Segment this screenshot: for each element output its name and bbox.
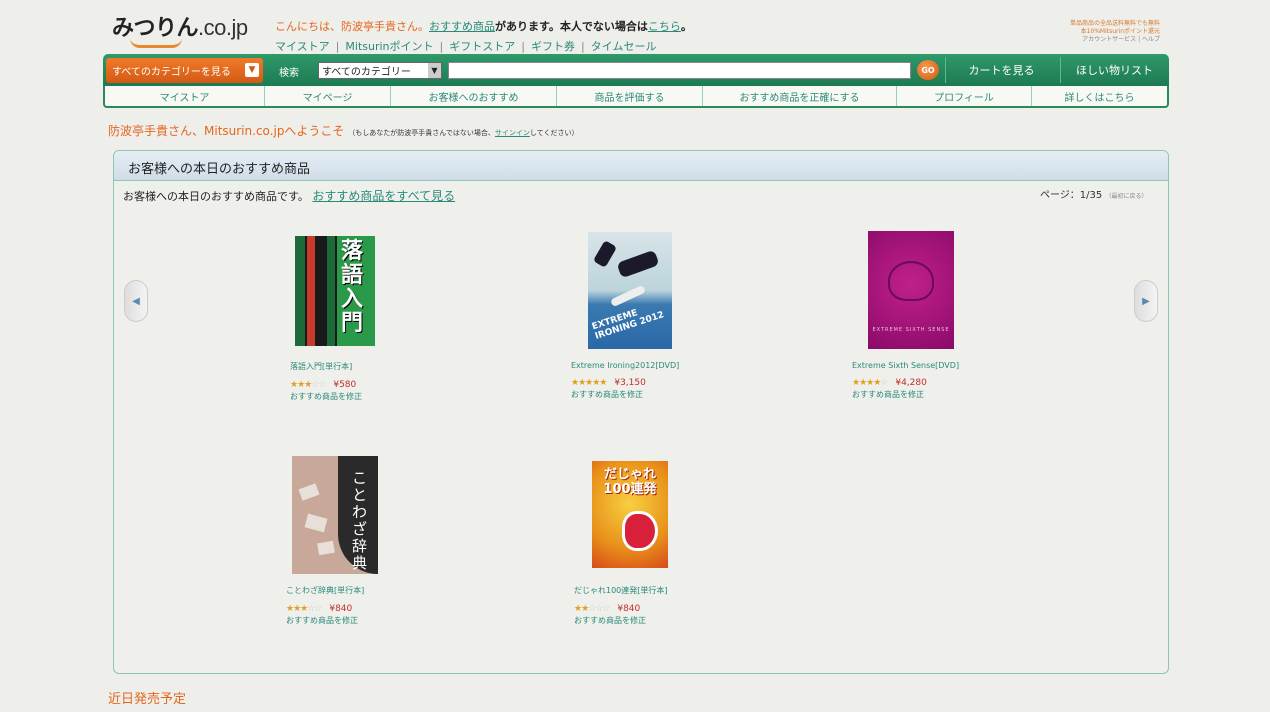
product-info: ことわざ辞典[単行本] ★★★☆☆ ¥840 おすすめ商品を修正 xyxy=(286,585,364,626)
all-categories-label: すべてのカテゴリーを見る xyxy=(112,67,231,78)
back-to-first-link[interactable]: （最初に戻る） xyxy=(1105,193,1147,200)
upcoming-heading: 近日発売予定 xyxy=(108,692,187,707)
product-cover-sixthsense[interactable]: EXTREME SIXTH SENSE xyxy=(868,231,954,349)
go-button[interactable]: GO xyxy=(917,60,939,80)
recommendation-desc: お客様への本日のおすすめ商品です。 おすすめ商品をすべて見る xyxy=(123,187,455,204)
sub-nav: マイストア マイページ お客様へのおすすめ 商品を評価する おすすめ商品を正確に… xyxy=(103,86,1169,108)
topnav-mystore[interactable]: マイストア xyxy=(275,40,330,53)
recommendation-title: お客様への本日のおすすめ商品 xyxy=(128,162,311,177)
fix-recommend-link[interactable]: おすすめ商品を修正 xyxy=(290,391,362,402)
divider: | xyxy=(521,40,525,53)
subnav-mypage[interactable]: マイページ xyxy=(265,86,391,106)
cover-title: EXTREME SIXTH SENSE xyxy=(872,327,950,333)
prev-arrow-button[interactable]: ◀ xyxy=(124,280,148,322)
product-cover-rakugo[interactable]: 落語入門 xyxy=(295,236,375,346)
subnav-improve[interactable]: おすすめ商品を正確にする xyxy=(703,86,897,106)
rating-stars-icon: ★★★☆☆ xyxy=(286,604,322,614)
cover-title: ことわざ辞典 xyxy=(352,469,368,572)
subnav-profile[interactable]: プロフィール xyxy=(897,86,1032,106)
logo-smile-icon xyxy=(130,38,182,48)
all-categories-button[interactable]: すべてのカテゴリーを見る ▼ xyxy=(106,58,263,83)
rating-stars-icon: ★★★★☆ xyxy=(852,378,888,388)
category-select-value: すべてのカテゴリー xyxy=(322,67,411,78)
divider: | xyxy=(439,40,444,53)
logo-domain: .co.jp xyxy=(198,15,248,40)
greeting: こんにちは、防波亭手貴さん。おすすめ商品があります。本人でない場合はこちら。 xyxy=(275,18,692,34)
cover-title: EXTREME IRONING 2012 xyxy=(590,308,666,342)
product-name-link[interactable]: 落語入門[単行本] xyxy=(290,361,362,372)
subnav-details[interactable]: 詳しくはこちら xyxy=(1032,86,1167,106)
greeting-end: 。 xyxy=(680,20,692,33)
topnav-points[interactable]: Mitsurinポイント xyxy=(345,40,433,53)
divider: | xyxy=(580,40,585,53)
wishlist-button[interactable]: ほしい物リスト xyxy=(1060,57,1168,83)
product-cover-ironing[interactable]: EXTREME IRONING 2012 xyxy=(588,232,672,349)
promo-line-1: 単品商品の全品送料無料でも無料 xyxy=(1069,20,1160,27)
product-price: ¥3,150 xyxy=(614,378,646,388)
category-select[interactable]: すべてのカテゴリー ▼ xyxy=(318,62,442,79)
signin-link[interactable]: サインイン xyxy=(495,129,530,137)
top-nav: マイストア | Mitsurinポイント | ギフトストア | ギフト券 | タイムセール xyxy=(275,38,656,54)
see-all-link[interactable]: おすすめ商品をすべて見る xyxy=(312,189,455,203)
subnav-mystore[interactable]: マイストア xyxy=(105,86,265,106)
promo-block: 単品商品の全品送料無料でも無料 本10%Mitsurinポイント還元 アカウント… xyxy=(1070,20,1160,44)
rating-stars-icon: ★★★☆☆ xyxy=(290,380,326,390)
divider: | xyxy=(335,40,340,53)
search-input[interactable] xyxy=(448,62,911,79)
site-logo[interactable]: みつりん.co.jp xyxy=(112,10,252,50)
product-name-link[interactable]: Extreme Sixth Sense[DVD] xyxy=(852,361,959,370)
product-cover-dajare[interactable]: だじゃれ100連発 xyxy=(592,461,668,568)
product-price: ¥840 xyxy=(329,604,353,614)
welcome-note-suffix: してください） xyxy=(529,129,579,137)
chevron-down-icon: ▼ xyxy=(245,63,259,77)
subnav-rate[interactable]: 商品を評価する xyxy=(557,86,703,106)
product-info: Extreme Sixth Sense[DVD] ★★★★☆ ¥4,280 おすす… xyxy=(852,361,959,400)
product-info: Extreme Ironing2012[DVD] ★★★★★ ¥3,150 おすす… xyxy=(571,361,679,400)
product-name-link[interactable]: だじゃれ100連発[単行本] xyxy=(574,585,668,596)
search-label: 検索 xyxy=(279,68,299,79)
page-info: ページ：1/35 （最初に戻る） xyxy=(1040,186,1147,201)
product-cover-kotowaza[interactable]: ことわざ辞典 xyxy=(292,456,378,574)
view-cart-button[interactable]: カートを見る xyxy=(945,57,1057,83)
logo-main: みつりん xyxy=(112,15,199,40)
product-name-link[interactable]: ことわざ辞典[単行本] xyxy=(286,585,364,596)
product-price: ¥840 xyxy=(617,604,641,614)
welcome-message: 防波亭手貴さん、Mitsurin.co.jpへようこそ （もしあなたが防波亭手貴… xyxy=(108,122,579,139)
greeting-prefix: こんにちは、防波亭手貴さん。 xyxy=(275,20,429,33)
greeting-here-link[interactable]: こちら xyxy=(648,20,681,33)
arrow-left-icon: ◀ xyxy=(132,295,140,307)
arrow-right-icon: ▶ xyxy=(1142,295,1150,307)
product-info: 落語入門[単行本] ★★★☆☆ ¥580 おすすめ商品を修正 xyxy=(290,361,362,402)
promo-line-2: 本10%Mitsurinポイント還元 xyxy=(1080,28,1160,35)
fix-recommend-link[interactable]: おすすめ商品を修正 xyxy=(571,389,679,400)
product-price: ¥580 xyxy=(333,380,357,390)
rating-stars-icon: ★★☆☆☆ xyxy=(574,604,610,614)
dropdown-arrow-icon: ▼ xyxy=(428,63,441,78)
rating-stars-icon: ★★★★★ xyxy=(571,378,607,388)
product-name-link[interactable]: Extreme Ironing2012[DVD] xyxy=(571,361,679,370)
welcome-note-prefix: （もしあなたが防波亭手貴さんではない場合、 xyxy=(348,129,495,137)
greeting-recommend-link[interactable]: おすすめ商品 xyxy=(429,20,495,33)
next-arrow-button[interactable]: ▶ xyxy=(1134,280,1158,322)
topnav-timesale[interactable]: タイムセール xyxy=(591,40,657,53)
recommendation-desc-text: お客様への本日のおすすめ商品です。 xyxy=(123,190,309,203)
fix-recommend-link[interactable]: おすすめ商品を修正 xyxy=(852,389,959,400)
greeting-mid: があります。本人でない場合は xyxy=(495,20,648,33)
page-info-text: ページ：1/35 xyxy=(1040,190,1103,201)
fix-recommend-link[interactable]: おすすめ商品を修正 xyxy=(574,615,668,626)
product-info: だじゃれ100連発[単行本] ★★☆☆☆ ¥840 おすすめ商品を修正 xyxy=(574,585,668,626)
welcome-text: 防波亭手貴さん、Mitsurin.co.jpへようこそ xyxy=(108,124,345,138)
product-price: ¥4,280 xyxy=(895,378,927,388)
fix-recommend-link[interactable]: おすすめ商品を修正 xyxy=(286,615,364,626)
topnav-giftcard[interactable]: ギフト券 xyxy=(531,40,575,53)
cover-title: だじゃれ100連発 xyxy=(603,467,657,497)
cover-title: 落語入門 xyxy=(341,239,364,336)
topnav-giftstore[interactable]: ギフトストア xyxy=(449,40,515,53)
subnav-recommend[interactable]: お客様へのおすすめ xyxy=(391,86,557,106)
account-help-links[interactable]: アカウントサービス | ヘルプ xyxy=(1070,36,1160,44)
